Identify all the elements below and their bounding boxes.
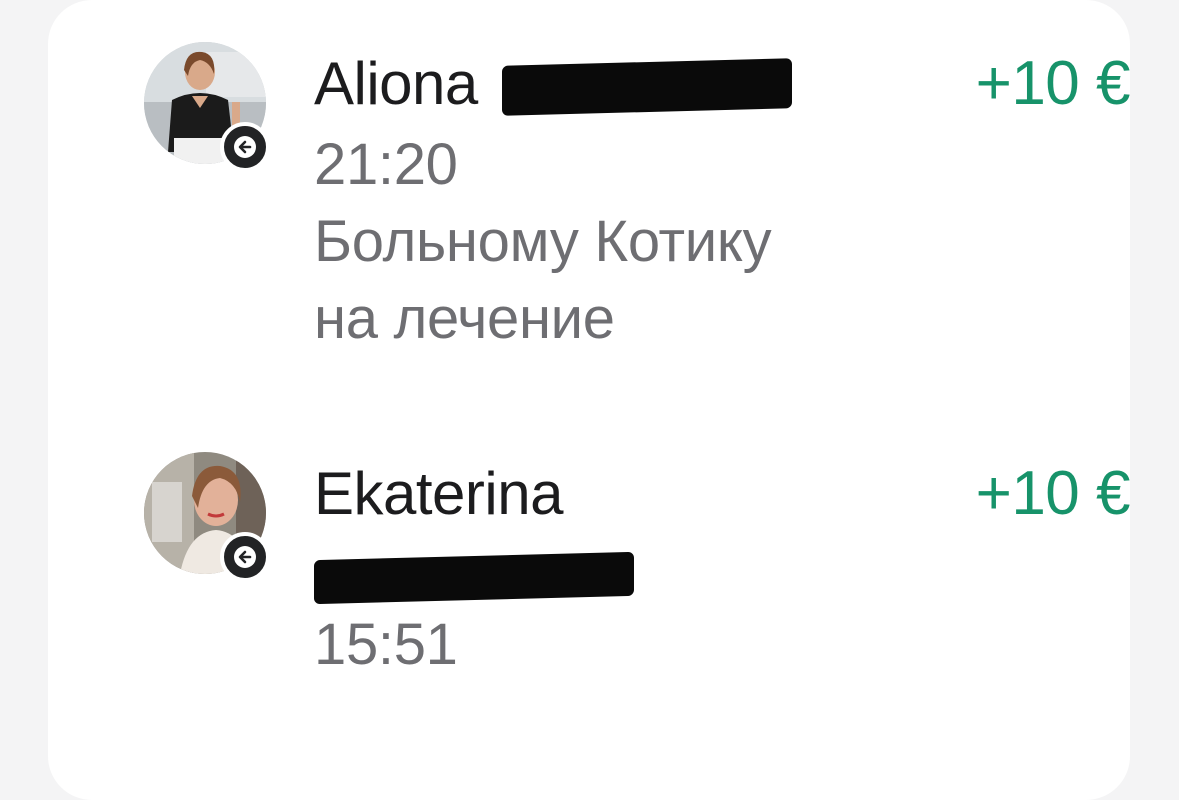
transaction-time: 15:51	[314, 612, 458, 677]
redaction-mark	[314, 551, 634, 605]
avatar-container	[144, 42, 270, 172]
redaction-mark	[501, 58, 792, 116]
transaction-details: Aliona 21:20 Больному Котику на лечение	[314, 42, 914, 357]
sender-name: Aliona	[314, 42, 914, 126]
sender-first-name: Ekaterina	[314, 460, 563, 527]
transaction-note-line2: на лечение	[314, 286, 615, 351]
avatar-container	[144, 452, 270, 582]
arrow-left-icon	[220, 122, 270, 172]
transaction-note-line1: Больному Котику	[314, 209, 772, 274]
transaction-time: 21:20	[314, 132, 458, 197]
sender-first-name: Aliona	[314, 50, 478, 117]
transactions-card: Aliona 21:20 Больному Котику на лечение …	[48, 0, 1131, 800]
transaction-amount: +10 €	[975, 459, 1131, 528]
transaction-amount: +10 €	[975, 49, 1131, 118]
sender-last-name	[314, 536, 914, 606]
arrow-left-icon	[220, 532, 270, 582]
transaction-details: Ekaterina 15:51	[314, 452, 914, 683]
